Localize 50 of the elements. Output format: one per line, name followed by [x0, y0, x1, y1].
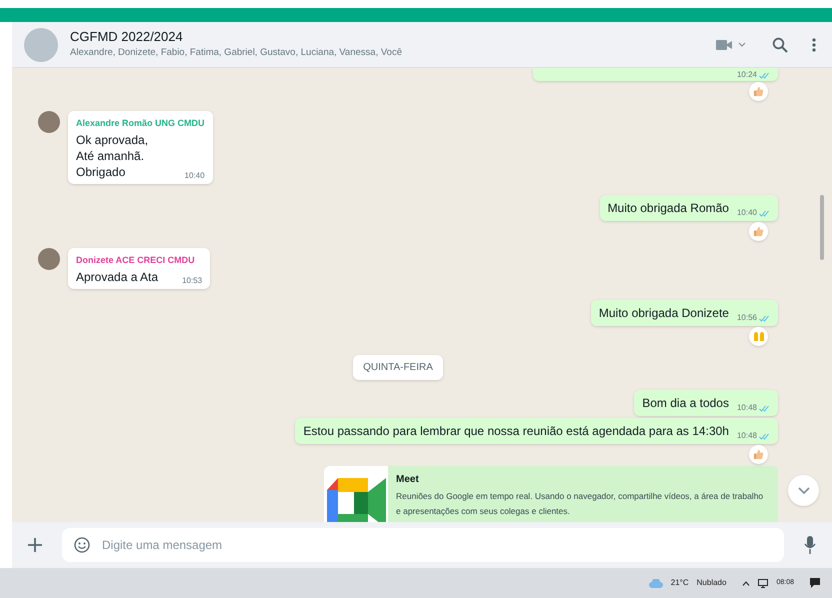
weather-temperature: 21°C [670, 577, 689, 589]
group-title: CGFMD 2022/2024 [70, 28, 184, 44]
message-input[interactable]: Digite uma mensagem [62, 528, 784, 562]
link-description: Reuniões do Google em tempo real. Usando o navegador, compartilhe vídeos, a área de trabalho e apresentações com seus colegas e clientes. [396, 490, 764, 518]
sender-name[interactable]: Donizete ACE CRECI CMDU [76, 254, 202, 266]
scrollbar-thumb[interactable] [820, 195, 824, 260]
smiley-icon[interactable] [74, 537, 90, 553]
monitor-icon[interactable] [758, 578, 768, 588]
date-chip: QUINTA-FEIRA [353, 355, 443, 380]
caret-up-icon[interactable] [742, 580, 750, 586]
thumbs-up-icon [753, 226, 764, 237]
plus-icon[interactable] [28, 538, 42, 552]
weather-condition: Nublado [696, 577, 726, 589]
message-field[interactable]: Digite uma mensagem [102, 536, 772, 554]
thumbs-up-icon [753, 449, 764, 460]
chevron-down-icon [798, 486, 810, 494]
message-time: 10:40 [736, 207, 757, 219]
reaction-bubble[interactable] [749, 82, 768, 101]
message-text: Bom dia a todos [642, 395, 729, 411]
incoming-message[interactable]: Donizete ACE CRECI CMDU Aprovada a Ata 10:53 [68, 248, 210, 289]
incoming-message[interactable]: Alexandre Romão UNG CMDU Ok aprovada, Até amanhã. Obrigado 10:40 [68, 111, 213, 184]
scroll-down-button[interactable] [788, 475, 819, 506]
message-time: 10:40 [184, 170, 205, 182]
message-time: 10:48 [736, 402, 757, 414]
microphone-icon[interactable] [804, 536, 816, 554]
avatar[interactable] [38, 111, 60, 133]
raised-hands-icon [752, 331, 764, 342]
notification-icon[interactable] [810, 578, 820, 588]
group-members: Alexandre, Donizete, Fabio, Fatima, Gabriel, Gustavo, Luciana, Vanessa, Você [70, 46, 403, 60]
message-time: 10:53 [182, 275, 202, 287]
outgoing-message[interactable]: Bom dia a todos 10:48 [634, 390, 778, 416]
search-icon[interactable] [772, 36, 788, 52]
message-text: Aprovada a Ata [76, 269, 158, 285]
video-call-icon[interactable] [716, 38, 748, 52]
message-text: Muito obrigada Romão [608, 200, 729, 216]
message-time: 10:48 [736, 430, 757, 442]
message-text: Muito obrigada Donizete [598, 305, 729, 321]
link-title: Meet [396, 473, 420, 487]
video-camera-logo [324, 476, 388, 522]
message-text: Estou passando para lembrar que nossa reunião está agendada para as 14:30h [303, 423, 729, 439]
message-text: Ok aprovada, Até amanhã. Obrigado [76, 132, 150, 180]
message-time: 10:56 [736, 312, 757, 324]
reaction-bubble[interactable] [749, 327, 768, 346]
link-preview[interactable]: Meet Reuniões do Google em tempo real. Usando o navegador, compartilhe vídeos, a área de trabalho e apresentações com seus colegas e clientes. [324, 466, 778, 522]
message-time: 10:24 [736, 69, 757, 81]
menu-icon[interactable] [812, 38, 816, 52]
avatar[interactable] [38, 248, 60, 270]
reaction-bubble[interactable] [749, 222, 768, 241]
reaction-bubble[interactable] [749, 445, 768, 464]
thumbs-up-icon [753, 86, 764, 97]
